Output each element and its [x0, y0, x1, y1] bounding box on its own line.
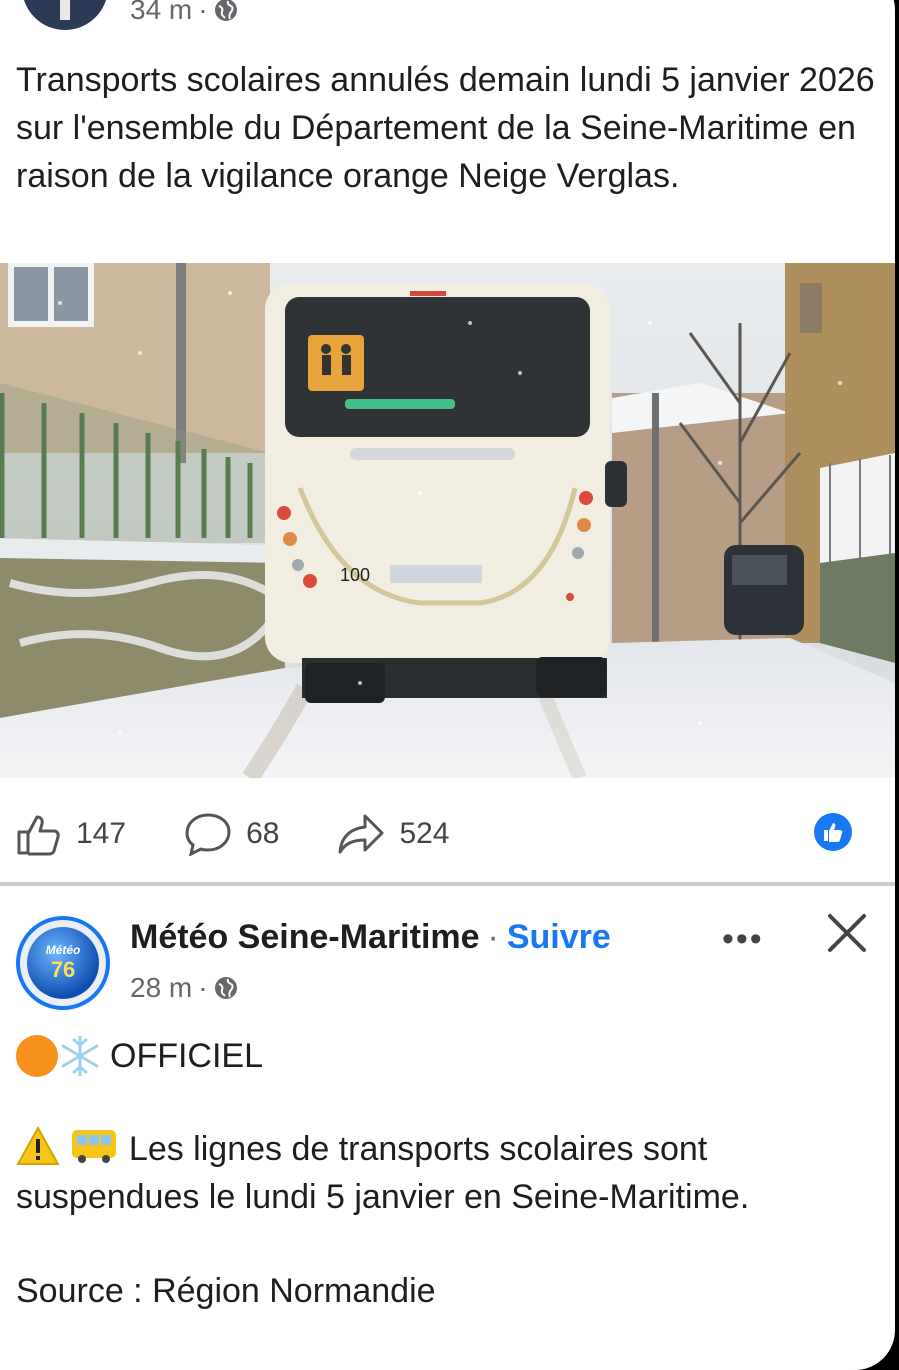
post-time: 34 m [130, 0, 193, 25]
like-count: 147 [76, 817, 127, 850]
action-bar: 147 68 524 [16, 805, 882, 863]
like-icon [17, 815, 60, 856]
post-divider [0, 882, 895, 886]
official-tag: OFFICIEL [110, 1036, 264, 1075]
page-name[interactable]: Météo Seine-Maritime [130, 918, 480, 957]
author-avatar[interactable] [22, 0, 108, 30]
warning-icon [16, 1126, 60, 1165]
more-icon[interactable]: ••• [722, 920, 764, 959]
snowflake-icon [61, 1035, 99, 1077]
source-line: Source : Région Normandie [16, 1272, 436, 1310]
comment-icon [185, 813, 231, 856]
post2-time: 28 m [130, 972, 193, 1003]
globe-icon [214, 977, 237, 999]
avatar-text-top: Météo [45, 943, 81, 957]
share-icon [338, 814, 384, 854]
page-header: Météo Seine-Maritime · Suivre [130, 918, 611, 957]
official-line: OFFICIEL [16, 1034, 263, 1078]
post-photo[interactable]: 100 [0, 263, 895, 778]
follow-button[interactable]: Suivre [507, 918, 611, 957]
share-count: 524 [399, 817, 450, 850]
page-avatar[interactable]: Météo 76 [16, 916, 110, 1010]
post-meta: 34 m · [130, 0, 238, 26]
globe-icon [214, 0, 237, 21]
post2-body: Les lignes de transports scolaires sont … [16, 1125, 876, 1221]
close-icon[interactable] [826, 912, 868, 954]
feed-card: 34 m · Transports scolaires annulés dema… [0, 0, 895, 1370]
orange-circle-icon [16, 1035, 58, 1077]
share-button[interactable]: 524 [337, 812, 450, 856]
bus-icon [72, 1130, 117, 1163]
comment-button[interactable]: 68 [184, 812, 279, 856]
like-button[interactable]: 147 [16, 812, 126, 856]
post2-meta: 28 m · [130, 972, 238, 1004]
like-badge-icon [814, 813, 852, 851]
separator: · [487, 918, 499, 956]
post2-message: Les lignes de transports scolaires sont … [16, 1130, 750, 1216]
post-text: Transports scolaires annulés demain lund… [16, 61, 875, 195]
avatar-text-bottom: 76 [50, 957, 76, 982]
bus-number: 100 [340, 565, 370, 585]
comment-count: 68 [246, 817, 280, 850]
